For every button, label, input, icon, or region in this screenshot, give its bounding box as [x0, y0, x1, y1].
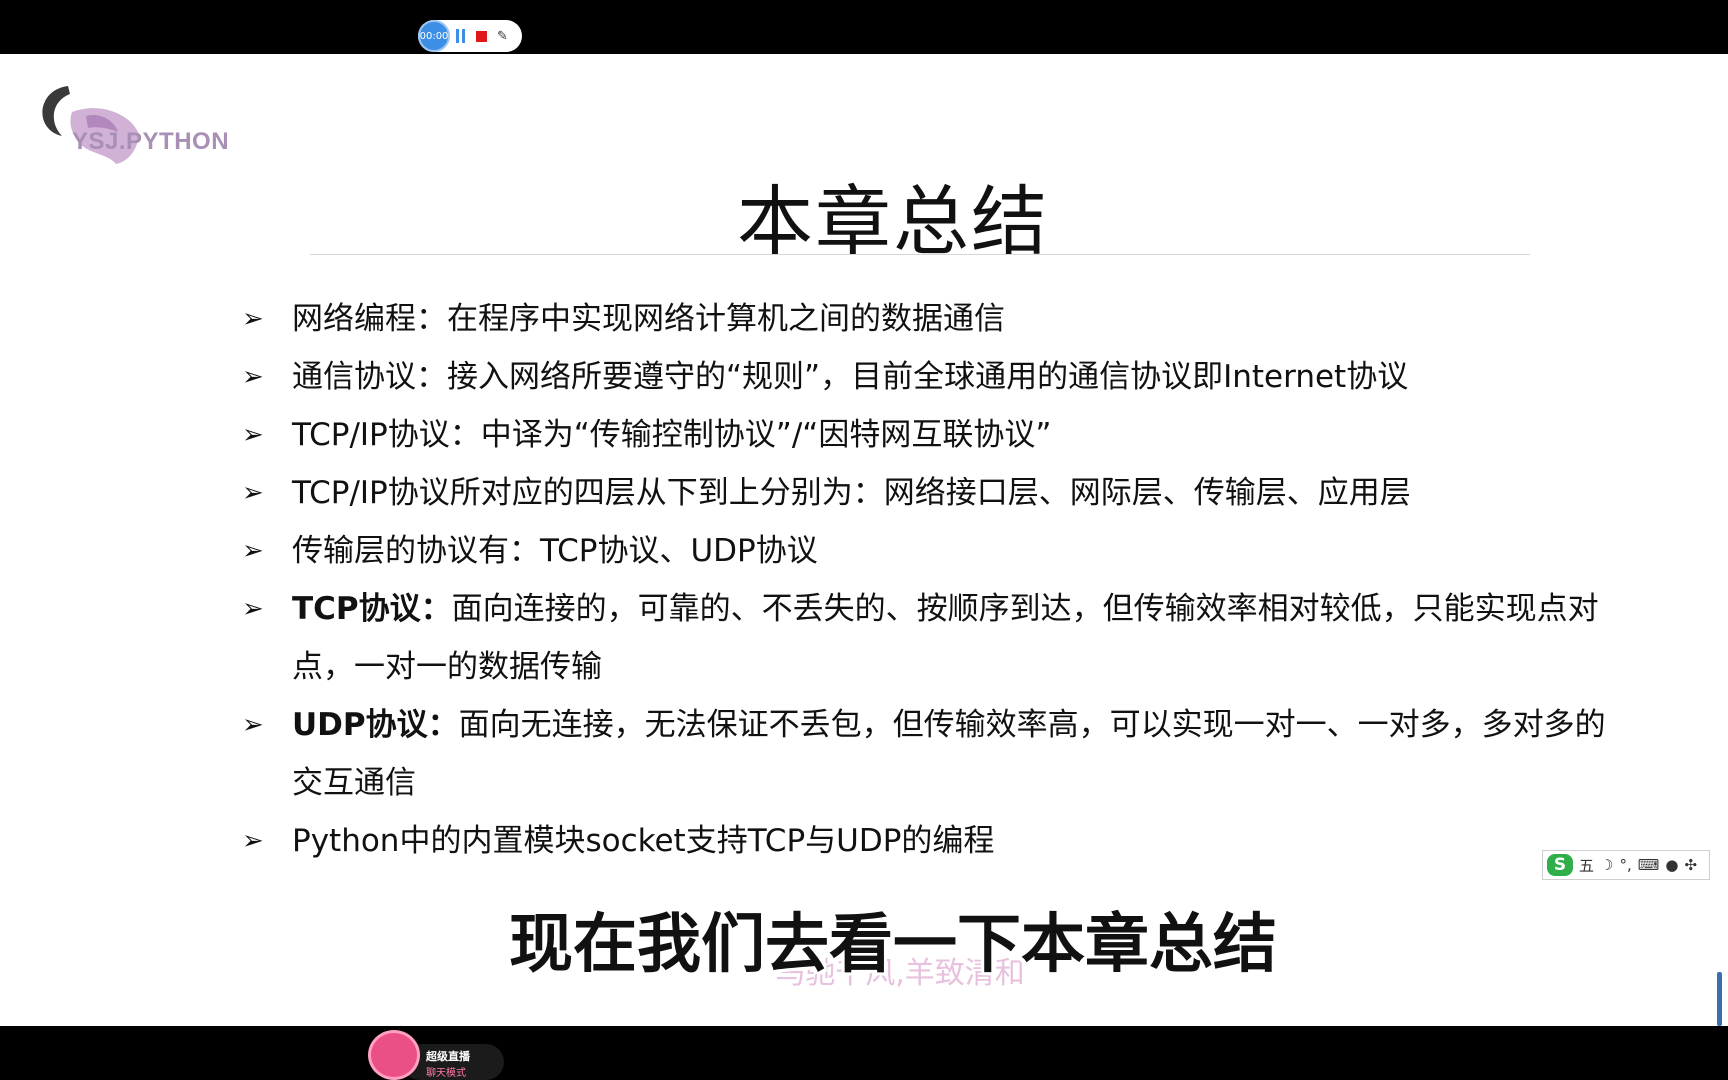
list-item: ➢ 通信协议：接入网络所要遵守的“规则”，目前全球通用的通信协议即Internet…: [242, 348, 1632, 406]
grid-icon[interactable]: ✣: [1685, 856, 1698, 874]
bullet-bold-label: UDP协议：: [292, 707, 459, 743]
list-item: ➢ TCP协议：面向连接的，可靠的、不丢失的、按顺序到达，但传输效率相对较低，只能…: [242, 580, 1632, 696]
user-icon[interactable]: ●: [1665, 856, 1678, 874]
bullet-text: 通信协议：接入网络所要遵守的“规则”，目前全球通用的通信协议即Internet协…: [292, 359, 1409, 395]
stop-icon[interactable]: [476, 30, 487, 42]
room-mode: 聊天模式: [426, 1068, 466, 1079]
video-subtitle: 现在我们去看一下本章总结: [509, 908, 1277, 982]
title-divider: [310, 254, 1530, 255]
bullet-text: 面向无连接，无法保证不丢包，但传输效率高，可以实现一对一、一对多，多对多的交互通…: [292, 707, 1606, 801]
live-room-widget[interactable]: 超级直播 聊天模式: [368, 1014, 504, 1080]
pause-icon[interactable]: [456, 29, 468, 43]
logo-ram-horn: [42, 86, 70, 136]
bullet-text: 面向连接的，可靠的、不丢失的、按顺序到达，但传输效率相对较低，只能实现点对点，一…: [292, 591, 1599, 685]
moon-icon[interactable]: ☽: [1600, 856, 1613, 874]
list-item: ➢ Python中的内置模块socket支持TCP与UDP的编程: [242, 812, 1632, 870]
list-item: ➢ 网络编程：在程序中实现网络计算机之间的数据通信: [242, 290, 1632, 348]
bullet-text: Python中的内置模块socket支持TCP与UDP的编程: [292, 823, 995, 859]
arrow-bullet-icon: ➢: [242, 420, 264, 450]
ime-punct-toggle[interactable]: °,: [1619, 856, 1631, 874]
bullet-bold-label: TCP协议：: [292, 591, 452, 627]
presentation-slide: YSJ.PYTHON 本章总结 ➢ 网络编程：在程序中实现网络计算机之间的数据通信…: [0, 54, 1728, 1026]
list-item: ➢ TCP/IP协议所对应的四层从下到上分别为：网络接口层、网际层、传输层、应用层: [242, 464, 1632, 522]
ime-toolbar[interactable]: S 五 ☽ °, ⌨ ● ✣: [1542, 850, 1710, 880]
ime-mode-toggle[interactable]: 五: [1579, 855, 1594, 876]
keyboard-icon[interactable]: ⌨: [1638, 856, 1660, 874]
list-item: ➢ TCP/IP协议：中译为“传输控制协议”/“因特网互联协议”: [242, 406, 1632, 464]
arrow-bullet-icon: ➢: [242, 826, 264, 856]
bottom-black-bar: [0, 1026, 1728, 1080]
screen-recorder-toolbar[interactable]: 00:00 ✎: [418, 20, 522, 52]
pen-icon[interactable]: ✎: [497, 29, 508, 44]
arrow-bullet-icon: ➢: [242, 304, 264, 334]
arrow-bullet-icon: ➢: [242, 594, 264, 624]
bullet-text: 网络编程：在程序中实现网络计算机之间的数据通信: [292, 301, 1005, 337]
sogou-ime-logo[interactable]: S: [1547, 854, 1573, 876]
logo-text: YSJ.PYTHON: [72, 128, 230, 155]
list-item: ➢ UDP协议：面向无连接，无法保证不丢包，但传输效率高，可以实现一对一、一对多，…: [242, 696, 1632, 812]
arrow-bullet-icon: ➢: [242, 710, 264, 740]
list-item: ➢ 传输层的协议有：TCP协议、UDP协议: [242, 522, 1632, 580]
scrollbar-thumb[interactable]: [1717, 972, 1722, 1026]
arrow-bullet-icon: ➢: [242, 478, 264, 508]
bullet-text: 传输层的协议有：TCP协议、UDP协议: [292, 533, 818, 569]
bullet-text: TCP/IP协议：中译为“传输控制协议”/“因特网互联协议”: [292, 417, 1052, 453]
top-black-bar: [0, 0, 1728, 54]
summary-bullet-list: ➢ 网络编程：在程序中实现网络计算机之间的数据通信 ➢ 通信协议：接入网络所要遵守的…: [242, 290, 1632, 870]
arrow-bullet-icon: ➢: [242, 362, 264, 392]
bullet-text: TCP/IP协议所对应的四层从下到上分别为：网络接口层、网际层、传输层、应用层: [292, 475, 1411, 511]
room-name: 超级直播: [426, 1050, 470, 1063]
arrow-bullet-icon: ➢: [242, 536, 264, 566]
recorder-timer[interactable]: 00:00: [418, 20, 450, 52]
music-note-icon[interactable]: [368, 1030, 420, 1080]
